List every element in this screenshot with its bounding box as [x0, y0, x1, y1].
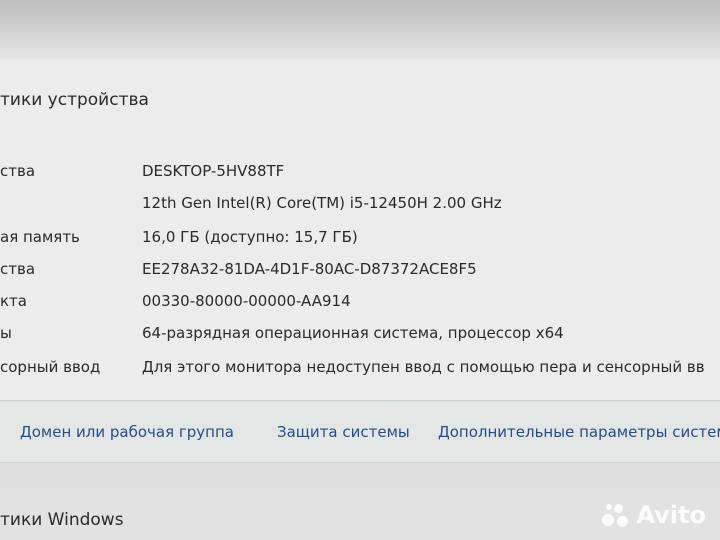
- spec-value[interactable]: 00330-80000-00000-AA914: [142, 292, 351, 310]
- spec-value[interactable]: EE278A32-81DA-4D1F-80AC-D87372ACE8F5: [142, 260, 477, 278]
- spec-label: кта: [0, 292, 27, 310]
- related-links-bar: Домен или рабочая группа Защита системы …: [0, 402, 720, 463]
- spec-value[interactable]: 12th Gen Intel(R) Core(TM) i5-12450H 2.0…: [142, 194, 502, 212]
- spec-row-pen-touch: сорный ввод Для этого монитора недоступе…: [0, 358, 720, 382]
- device-specs-title: тики устройства: [0, 90, 149, 110]
- watermark-text: Avito: [636, 501, 706, 529]
- windows-specs-title: тики Windows: [0, 510, 124, 530]
- spec-label: ы: [0, 324, 12, 342]
- avito-watermark: Avito: [600, 500, 706, 530]
- spec-row-device-name: ства DESKTOP-5HV88TF: [0, 162, 720, 186]
- avito-logo-icon: [600, 500, 630, 530]
- spec-value[interactable]: 64-разрядная операционная система, проце…: [142, 324, 564, 342]
- spec-row-processor: 12th Gen Intel(R) Core(TM) i5-12450H 2.0…: [0, 194, 720, 218]
- system-protection-link[interactable]: Защита системы: [277, 423, 410, 441]
- spec-label: сорный ввод: [0, 358, 101, 376]
- spec-value[interactable]: 16,0 ГБ (доступно: 15,7 ГБ): [142, 228, 358, 246]
- spec-label: ая память: [0, 228, 80, 246]
- spec-label: ства: [0, 260, 36, 278]
- spec-label: ства: [0, 162, 36, 180]
- spec-row-device-id: ства EE278A32-81DA-4D1F-80AC-D87372ACE8F…: [0, 260, 720, 284]
- advanced-system-settings-link[interactable]: Дополнительные параметры систем: [438, 423, 720, 441]
- spec-value[interactable]: Для этого монитора недоступен ввод с пом…: [142, 358, 705, 376]
- spec-value[interactable]: DESKTOP-5HV88TF: [142, 162, 284, 180]
- screen-top-shade: [0, 0, 720, 58]
- spec-row-product-id: кта 00330-80000-00000-AA914: [0, 292, 720, 316]
- domain-workgroup-link[interactable]: Домен или рабочая группа: [20, 423, 234, 441]
- spec-row-ram: ая память 16,0 ГБ (доступно: 15,7 ГБ): [0, 228, 720, 252]
- spec-row-system-type: ы 64-разрядная операционная система, про…: [0, 324, 720, 348]
